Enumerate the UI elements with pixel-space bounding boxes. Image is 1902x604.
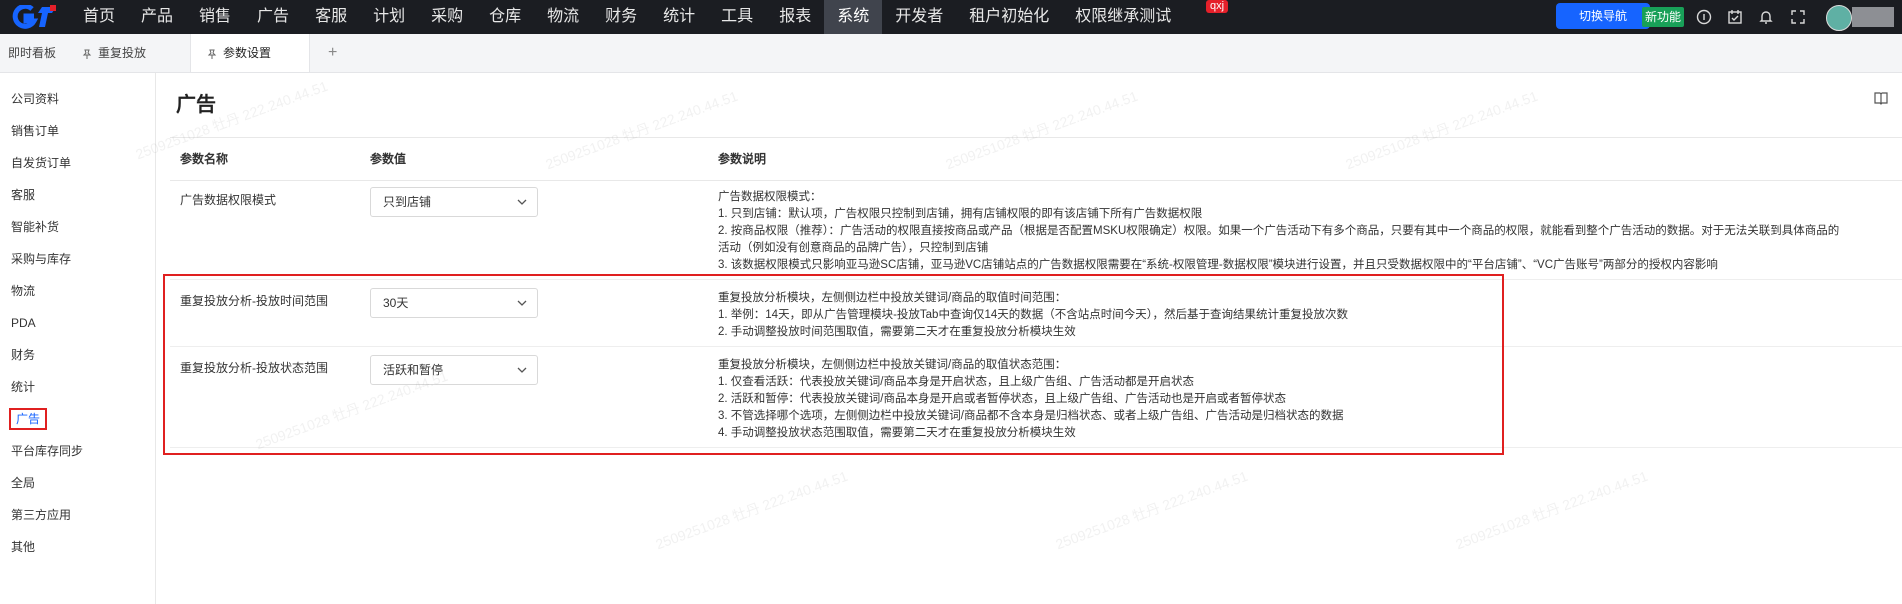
sidebar-item-ads[interactable]: 广告: [4, 407, 159, 431]
ad-data-permission-select[interactable]: 只到店铺: [370, 187, 538, 217]
nav-developer[interactable]: 开发者: [882, 0, 956, 34]
pin-icon: [82, 49, 92, 59]
info-icon[interactable]: [1696, 9, 1712, 25]
desc-line: 广告数据权限模式：: [718, 191, 822, 203]
sidebar-item-logistics[interactable]: 物流: [0, 279, 155, 303]
table-header: 参数名称 参数值 参数说明: [170, 137, 1902, 181]
nav-plan[interactable]: 计划: [360, 0, 418, 34]
sidebar-item-label: 第三方应用: [11, 508, 72, 522]
desc-line: 活动（例如没有创意商品的品牌广告），只控制到店铺: [718, 242, 989, 254]
sidebar-item-customer-service[interactable]: 客服: [0, 183, 155, 207]
sidebar-item-label: 平台库存同步: [11, 444, 84, 458]
nav-product[interactable]: 产品: [128, 0, 186, 34]
sidebar-item-label: 自发货订单: [11, 156, 72, 170]
sidebar-item-label: 客服: [11, 188, 36, 202]
sidebar-item-label: 其他: [11, 540, 36, 554]
sidebar-item-third-party[interactable]: 第三方应用: [0, 503, 155, 527]
tab-label: 即时看板: [8, 46, 57, 60]
sidebar-item-purchase-inventory[interactable]: 采购与库存: [0, 247, 155, 271]
new-feature-button[interactable]: 新功能: [1642, 7, 1684, 27]
nav-statistics[interactable]: 统计: [650, 0, 708, 34]
sidebar-item-platform-stock-sync[interactable]: 平台库存同步: [0, 439, 155, 463]
nav-customer-service[interactable]: 客服: [302, 0, 360, 34]
switch-nav-button[interactable]: 切换导航: [1556, 3, 1650, 29]
chevron-down-icon: [517, 199, 527, 205]
username-redacted[interactable]: [1852, 7, 1894, 27]
highlight-annotation: [163, 274, 1504, 455]
sidebar-item-label: 财务: [11, 348, 36, 362]
user-badge: qxj: [1206, 0, 1229, 13]
sidebar-item-label: 智能补货: [11, 220, 60, 234]
nav-permission-test[interactable]: 权限继承测试: [1062, 0, 1184, 34]
settings-sidebar: 公司资料 销售订单 自发货订单 客服 智能补货 采购与库存 物流 PDA 财务 …: [0, 73, 156, 604]
add-tab-button[interactable]: +: [328, 34, 337, 72]
sidebar-item-global[interactable]: 全局: [0, 471, 155, 495]
fullscreen-icon[interactable]: [1790, 9, 1806, 25]
app-logo[interactable]: [12, 5, 58, 29]
sidebar-item-label: 统计: [11, 380, 36, 394]
sidebar-item-label: PDA: [11, 316, 36, 330]
sidebar-item-company[interactable]: 公司资料: [0, 87, 155, 111]
main-nav: 首页 产品 销售 广告 客服 计划 采购 仓库 物流 财务 统计 工具 报表 系…: [70, 0, 1184, 34]
desc-line: 3. 该数据权限模式只影响亚马逊SC店铺，亚马逊VC店铺站点的广告数据权限需要在…: [718, 259, 1718, 271]
top-navigation-bar: 首页 产品 销售 广告 客服 计划 采购 仓库 物流 财务 统计 工具 报表 系…: [0, 0, 1902, 34]
sidebar-item-label: 采购与库存: [11, 252, 72, 266]
param-name: 广告数据权限模式: [180, 193, 277, 207]
nav-warehouse[interactable]: 仓库: [476, 0, 534, 34]
sidebar-item-label: 广告: [9, 408, 48, 430]
sidebar-item-smart-replenish[interactable]: 智能补货: [0, 215, 155, 239]
nav-tenant-init[interactable]: 租户初始化: [956, 0, 1062, 34]
nav-home[interactable]: 首页: [70, 0, 128, 34]
tab-dashboard[interactable]: 即时看板: [8, 34, 56, 72]
desc-line: 1. 只到店铺：默认项，广告权限只控制到店铺，拥有店铺权限的即有该店铺下所有广告…: [718, 208, 1203, 220]
tab-repeat-placement[interactable]: 重复投放: [68, 34, 146, 72]
book-icon[interactable]: [1874, 91, 1888, 105]
tab-param-settings[interactable]: 参数设置: [190, 34, 310, 72]
sidebar-item-label: 物流: [11, 284, 36, 298]
column-header-name: 参数名称: [180, 152, 229, 166]
param-description: 广告数据权限模式： 1. 只到店铺：默认项，广告权限只控制到店铺，拥有店铺权限的…: [718, 189, 1898, 274]
nav-logistics[interactable]: 物流: [534, 0, 592, 34]
sidebar-item-label: 销售订单: [11, 124, 60, 138]
tab-label: 重复投放: [98, 46, 147, 60]
bell-icon[interactable]: [1758, 9, 1774, 25]
sidebar-item-statistics[interactable]: 统计: [0, 375, 155, 399]
sidebar-item-other[interactable]: 其他: [0, 535, 155, 559]
nav-purchase[interactable]: 采购: [418, 0, 476, 34]
column-header-value: 参数值: [370, 152, 407, 166]
sidebar-item-sales-order[interactable]: 销售订单: [0, 119, 155, 143]
nav-system[interactable]: 系统: [824, 0, 883, 34]
desc-line: 2. 按商品权限（推荐）：广告活动的权限直接按商品或产品（根据是否配置MSKU权…: [718, 225, 1840, 237]
nav-tools[interactable]: 工具: [708, 0, 766, 34]
avatar[interactable]: [1826, 5, 1852, 31]
page-title: 广告: [176, 94, 216, 116]
sidebar-item-label: 全局: [11, 476, 36, 490]
nav-ads[interactable]: 广告: [244, 0, 302, 34]
pin-icon: [207, 49, 217, 59]
tab-bar: 即时看板 重复投放 参数设置: [0, 34, 1902, 73]
calendar-check-icon[interactable]: [1727, 9, 1743, 25]
sidebar-item-finance[interactable]: 财务: [0, 343, 155, 367]
table-row: 广告数据权限模式 只到店铺 广告数据权限模式： 1. 只到店铺：默认项，广告权限…: [170, 179, 1902, 280]
select-value: 只到店铺: [383, 195, 432, 209]
nav-sales[interactable]: 销售: [186, 0, 244, 34]
nav-finance[interactable]: 财务: [592, 0, 650, 34]
column-header-desc: 参数说明: [718, 152, 767, 166]
nav-reports[interactable]: 报表: [766, 0, 824, 34]
sidebar-item-pda[interactable]: PDA: [0, 311, 155, 335]
tab-label: 参数设置: [223, 46, 272, 60]
sidebar-item-label: 公司资料: [11, 92, 60, 106]
sidebar-item-self-ship[interactable]: 自发货订单: [0, 151, 155, 175]
